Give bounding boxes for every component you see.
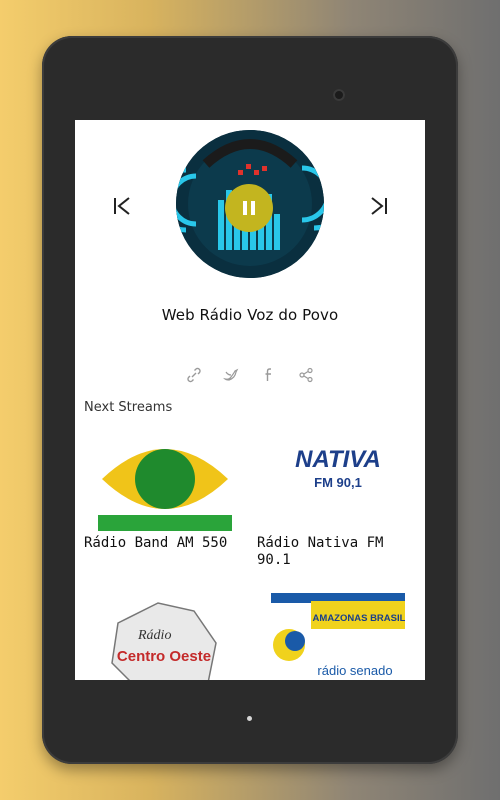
front-camera [333, 89, 345, 101]
centro-oeste-logo-text: Rádio [137, 628, 171, 643]
amazonas-logo: AMAZONAS BRASIL rádio senado [271, 593, 405, 680]
stream-label: Rádio Band AM 550 [84, 535, 228, 551]
stream-label: Rádio Nativa FM 90.1 [257, 535, 384, 568]
centro-oeste-logo: Rádio Centro Oeste [98, 593, 232, 680]
nativa-logo-sub: FM 90,1 [314, 475, 362, 490]
share-bar [185, 366, 315, 384]
nativa-logo: NATIVA FM 90,1 [271, 427, 405, 531]
skip-previous-icon [114, 197, 130, 215]
player-panel: Web Rádio Voz do Povo [75, 120, 425, 324]
facebook-icon[interactable] [260, 366, 278, 384]
skip-next-icon [371, 197, 387, 215]
nativa-logo-text: NATIVA [295, 446, 381, 473]
band-logo [98, 427, 232, 531]
home-indicator [247, 716, 252, 721]
pause-icon [243, 201, 255, 215]
next-streams-heading: Next Streams [84, 400, 173, 415]
app-screen: Web Rádio Voz do Povo Next Streams Rádio… [75, 120, 425, 680]
share-icon[interactable] [297, 366, 315, 384]
pause-button[interactable] [225, 184, 273, 232]
amazonas-logo-sub: rádio senado [317, 663, 392, 678]
amazonas-logo-text: AMAZONAS BRASIL [313, 613, 405, 624]
previous-button[interactable] [108, 192, 136, 220]
link-icon[interactable] [185, 366, 203, 384]
twitter-icon[interactable] [222, 366, 240, 384]
centro-oeste-logo-sub: Centro Oeste [117, 648, 211, 665]
next-button[interactable] [365, 192, 393, 220]
station-title: Web Rádio Voz do Povo [161, 306, 339, 324]
